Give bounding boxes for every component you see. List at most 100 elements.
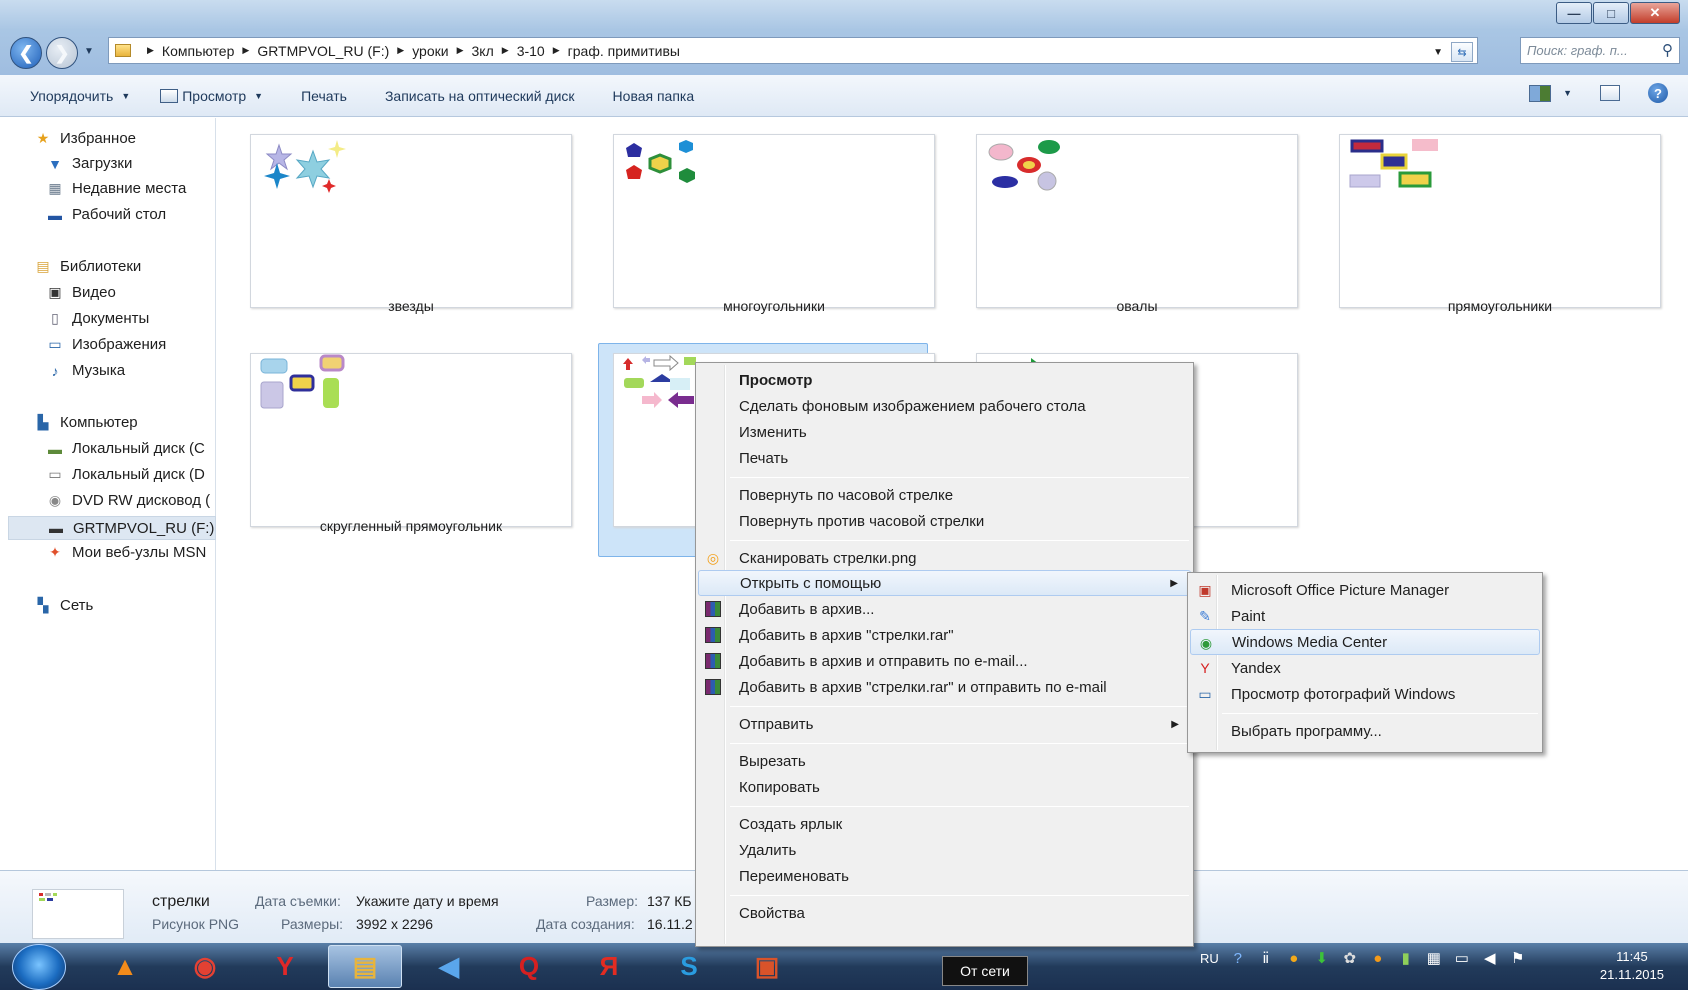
- chevron-right-icon[interactable]: ▶: [397, 45, 404, 56]
- close-button[interactable]: ✕: [1630, 2, 1680, 24]
- powerpoint-icon[interactable]: ▣: [730, 945, 804, 988]
- burn-button[interactable]: Записать на оптический диск: [385, 88, 575, 104]
- sidebar-item-favorites[interactable]: ★ Избранное: [34, 130, 136, 147]
- menu-item-delete[interactable]: Удалить: [698, 837, 1191, 863]
- sidebar-item-dvd[interactable]: ◉ DVD RW дисковод (: [46, 492, 210, 509]
- sidebar-item-flash[interactable]: ▬ GRTMPVOL_RU (F:): [8, 516, 216, 540]
- sidebar-item-music[interactable]: ♪ Музыка: [46, 362, 126, 379]
- maximize-button[interactable]: □: [1593, 2, 1629, 24]
- new-folder-button[interactable]: Новая папка: [613, 88, 695, 104]
- file-label[interactable]: скругленный прямоугольник: [250, 518, 572, 534]
- skype-icon[interactable]: S: [652, 945, 726, 988]
- yandex-disk-icon[interactable]: ●: [1285, 949, 1303, 967]
- clock[interactable]: 11:45 21.11.2015: [1600, 948, 1664, 984]
- file-thumbnail-rectangles[interactable]: [1339, 134, 1661, 308]
- breadcrumb-lessons[interactable]: уроки: [412, 43, 448, 59]
- date-taken-value[interactable]: Укажите дату и время: [356, 893, 499, 909]
- search-icon[interactable]: ⚲: [1662, 41, 1673, 59]
- help-icon[interactable]: ?: [1648, 83, 1668, 103]
- file-thumbnail-ovals[interactable]: [976, 134, 1298, 308]
- menu-item-rename[interactable]: Переименовать: [698, 863, 1191, 889]
- back-button[interactable]: ❮: [10, 37, 42, 69]
- sidebar-item-network[interactable]: ▚ Сеть: [34, 597, 94, 614]
- flag-icon[interactable]: ⚑: [1509, 949, 1527, 967]
- sidebar-item-desktop[interactable]: ▬ Рабочий стол: [46, 206, 166, 223]
- chrome-icon[interactable]: ◉: [168, 945, 242, 988]
- menu-item-rotate-ccw[interactable]: Повернуть против часовой стрелки: [698, 508, 1191, 534]
- speaker-app-icon[interactable]: ◀: [412, 945, 486, 988]
- help-tray-icon[interactable]: ?: [1229, 949, 1247, 967]
- submenu-item-yandex[interactable]: Y Yandex: [1190, 655, 1540, 681]
- file-label[interactable]: многоугольники: [613, 298, 935, 314]
- organize-button[interactable]: Упорядочить ▼: [30, 88, 130, 104]
- menu-item-add-archive-named-email[interactable]: Добавить в архив "стрелки.rar" и отправи…: [698, 674, 1191, 700]
- input-icon[interactable]: ⅱ: [1257, 949, 1275, 967]
- preview-pane-icon[interactable]: [1600, 85, 1620, 101]
- settings-tray-icon[interactable]: ✿: [1341, 949, 1359, 967]
- menu-item-add-archive[interactable]: Добавить в архив...: [698, 596, 1191, 622]
- file-thumbnail-stars[interactable]: [250, 134, 572, 308]
- sidebar-item-local-d[interactable]: ▭ Локальный диск (D: [46, 466, 204, 483]
- menu-item-rotate-cw[interactable]: Повернуть по часовой стрелке: [698, 482, 1191, 508]
- menu-item-edit[interactable]: Изменить: [698, 419, 1191, 445]
- sidebar-item-recent[interactable]: ▦ Недавние места: [46, 180, 186, 197]
- menu-item-copy[interactable]: Копировать: [698, 774, 1191, 800]
- sidebar-item-libraries[interactable]: ▤ Библиотеки: [34, 258, 141, 275]
- chevron-right-icon[interactable]: ▶: [502, 45, 509, 56]
- menu-item-properties[interactable]: Свойства: [698, 900, 1191, 926]
- menu-item-preview[interactable]: Просмотр: [698, 367, 1191, 393]
- chevron-right-icon[interactable]: ▶: [147, 45, 154, 56]
- menu-item-set-wallpaper[interactable]: Сделать фоновым изображением рабочего ст…: [698, 393, 1191, 419]
- refresh-icon[interactable]: ⇆: [1451, 42, 1473, 62]
- search-input[interactable]: Поиск: граф. п... ⚲: [1520, 37, 1680, 64]
- dropdown-icon[interactable]: ▼: [1433, 47, 1443, 58]
- recent-pages-icon[interactable]: ▼: [84, 46, 94, 57]
- submenu-item-windows-media-center[interactable]: ◉ Windows Media Center: [1190, 629, 1540, 655]
- menu-item-scan[interactable]: ◎ Сканировать стрелки.png: [698, 545, 1191, 571]
- explorer-icon[interactable]: ▤: [328, 945, 402, 988]
- sidebar-item-computer[interactable]: ▙ Компьютер: [34, 414, 138, 431]
- network-tray-icon[interactable]: ▭: [1453, 949, 1471, 967]
- language-indicator[interactable]: RU: [1200, 951, 1219, 966]
- breadcrumb-3kl[interactable]: 3кл: [472, 43, 494, 59]
- menu-item-open-with[interactable]: Открыть с помощью ▶: [698, 570, 1191, 596]
- chevron-right-icon[interactable]: ▶: [242, 45, 249, 56]
- chevron-right-icon[interactable]: ▶: [457, 45, 464, 56]
- sidebar-item-video[interactable]: ▣ Видео: [46, 284, 115, 301]
- power-icon[interactable]: ▮: [1397, 949, 1415, 967]
- search-app-icon[interactable]: Q: [492, 945, 566, 988]
- download-arrow-icon[interactable]: ⬇: [1313, 949, 1331, 967]
- device-icon[interactable]: ▦: [1425, 949, 1443, 967]
- change-view-button[interactable]: ▼: [1529, 84, 1572, 102]
- sidebar-item-local-c[interactable]: ▬ Локальный диск (C: [46, 440, 205, 457]
- view-button[interactable]: Просмотр ▼: [160, 88, 263, 104]
- forward-button[interactable]: ❯: [46, 37, 78, 69]
- submenu-item-photo-viewer[interactable]: ▭ Просмотр фотографий Windows: [1190, 681, 1540, 707]
- breadcrumb-computer[interactable]: Компьютер: [162, 43, 234, 59]
- submenu-item-paint[interactable]: ✎ Paint: [1190, 603, 1540, 629]
- volume-icon[interactable]: ◀: [1481, 949, 1499, 967]
- menu-item-add-archive-email[interactable]: Добавить в архив и отправить по e-mail..…: [698, 648, 1191, 674]
- sidebar-item-documents[interactable]: ▯ Документы: [46, 310, 149, 327]
- minimize-button[interactable]: —: [1556, 2, 1592, 24]
- address-bar[interactable]: ▶ Компьютер ▶ GRTMPVOL_RU (F:) ▶ уроки ▶…: [108, 37, 1478, 64]
- file-thumbnail-rounded-rect[interactable]: [250, 353, 572, 527]
- sidebar-item-downloads[interactable]: ▼ Загрузки: [46, 155, 132, 172]
- chevron-right-icon[interactable]: ▶: [553, 45, 560, 56]
- vlc-icon[interactable]: ▲: [88, 945, 162, 988]
- menu-item-add-archive-named[interactable]: Добавить в архив "стрелки.rar": [698, 622, 1191, 648]
- sidebar-item-msn[interactable]: ✦ Мои веб-узлы MSN: [46, 544, 206, 561]
- sidebar-item-images[interactable]: ▭ Изображения: [46, 336, 166, 353]
- start-button[interactable]: [12, 944, 66, 990]
- yandex-icon[interactable]: Я: [572, 945, 646, 988]
- file-label[interactable]: овалы: [976, 298, 1298, 314]
- ok-icon[interactable]: ●: [1369, 949, 1387, 967]
- submenu-item-office-picture-manager[interactable]: ▣ Microsoft Office Picture Manager: [1190, 577, 1540, 603]
- menu-item-send-to[interactable]: Отправить ▶: [698, 711, 1191, 737]
- file-thumbnail-polygons[interactable]: [613, 134, 935, 308]
- file-label[interactable]: прямоугольники: [1339, 298, 1661, 314]
- menu-item-cut[interactable]: Вырезать: [698, 748, 1191, 774]
- menu-item-print[interactable]: Печать: [698, 445, 1191, 471]
- breadcrumb-3-10[interactable]: 3-10: [517, 43, 545, 59]
- yandex-browser-icon[interactable]: Y: [248, 945, 322, 988]
